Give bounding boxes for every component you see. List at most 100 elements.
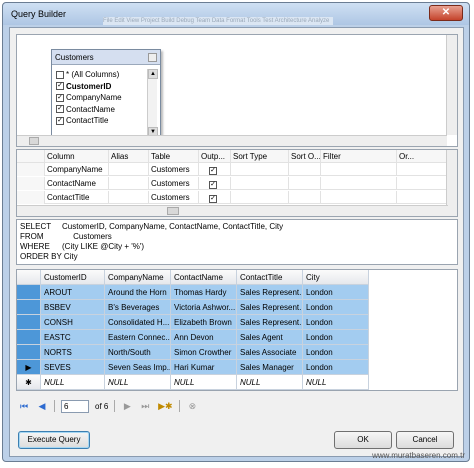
criteria-filter-cell[interactable] — [321, 191, 397, 204]
criteria-or-cell[interactable] — [397, 163, 447, 176]
criteria-sort-type-cell[interactable] — [231, 163, 289, 176]
results-col-companyname[interactable]: CompanyName — [105, 270, 171, 285]
cell-companyname[interactable]: Consolidated H... — [105, 315, 171, 330]
cell-companyname[interactable]: NULL — [105, 375, 171, 390]
criteria-row[interactable]: ContactTitle Customers ✓ — [17, 191, 447, 204]
cell-contacttitle[interactable]: Sales Represent... — [237, 285, 303, 300]
criteria-alias-cell[interactable] — [109, 163, 149, 176]
cell-contactname[interactable]: Elizabeth Brown — [171, 315, 237, 330]
results-col-customerid[interactable]: CustomerID — [41, 270, 105, 285]
table-column-item[interactable]: ✓ ContactName — [56, 104, 148, 116]
previous-record-icon[interactable]: ◀ — [36, 400, 48, 412]
cell-customerid[interactable]: CONSH — [41, 315, 105, 330]
cancel-button[interactable]: Cancel — [396, 431, 454, 449]
results-col-contacttitle[interactable]: ContactTitle — [237, 270, 303, 285]
cell-city[interactable]: London — [303, 330, 369, 345]
cell-companyname[interactable]: Seven Seas Imp... — [105, 360, 171, 375]
first-record-icon[interactable]: ⏮ — [18, 400, 30, 412]
criteria-filter-cell[interactable] — [321, 177, 397, 190]
criteria-or-cell[interactable] — [397, 177, 447, 190]
row-header[interactable] — [17, 330, 41, 345]
cell-contactname[interactable]: Victoria Ashwor... — [171, 300, 237, 315]
diagram-pane[interactable]: Customers * (All Columns) ✓ CustomerID ✓ Com… — [16, 34, 458, 147]
criteria-sort-order-cell[interactable] — [289, 177, 321, 190]
diagram-vertical-scrollbar[interactable] — [446, 35, 457, 135]
row-header[interactable] — [17, 315, 41, 330]
criteria-alias-cell[interactable] — [109, 191, 149, 204]
cell-city[interactable]: London — [303, 360, 369, 375]
row-header[interactable]: ✱ — [17, 375, 41, 390]
table-column-item[interactable]: ✓ CompanyName — [56, 92, 148, 104]
criteria-sort-order-cell[interactable] — [289, 163, 321, 176]
cell-city[interactable]: NULL — [303, 375, 369, 390]
cell-companyname[interactable]: Eastern Connec... — [105, 330, 171, 345]
criteria-row-header[interactable] — [17, 163, 45, 176]
criteria-or-cell[interactable] — [397, 191, 447, 204]
cell-contactname[interactable]: Hari Kumar — [171, 360, 237, 375]
criteria-row[interactable]: ContactName Customers ✓ — [17, 177, 447, 190]
criteria-column-cell[interactable]: ContactName — [45, 177, 109, 190]
table-column-item[interactable]: ✓ CustomerID — [56, 81, 148, 93]
cell-city[interactable]: London — [303, 300, 369, 315]
last-record-icon[interactable]: ⏭ — [139, 400, 151, 412]
cell-contacttitle[interactable]: Sales Agent — [237, 330, 303, 345]
criteria-column-cell[interactable]: CompanyName — [45, 163, 109, 176]
diagram-horizontal-scrollbar[interactable] — [17, 135, 447, 146]
column-checkbox[interactable]: ✓ — [56, 93, 64, 102]
column-checkbox[interactable]: ✓ — [56, 116, 64, 125]
output-checkbox[interactable]: ✓ — [209, 195, 217, 203]
column-checkbox[interactable]: ✓ — [56, 105, 64, 114]
criteria-row-header[interactable] — [17, 177, 45, 190]
criteria-alias-cell[interactable] — [109, 177, 149, 190]
cell-customerid[interactable]: NORTS — [41, 345, 105, 360]
criteria-table-cell[interactable]: Customers — [149, 191, 199, 204]
criteria-column-cell[interactable]: ContactTitle — [45, 191, 109, 204]
cell-contactname[interactable]: NULL — [171, 375, 237, 390]
criteria-filter-cell[interactable] — [321, 163, 397, 176]
cell-customerid[interactable]: SEVES — [41, 360, 105, 375]
cell-contactname[interactable]: Ann Devon — [171, 330, 237, 345]
output-checkbox[interactable]: ✓ — [209, 181, 217, 189]
results-grid[interactable]: CustomerID CompanyName ContactName Conta… — [16, 269, 458, 391]
cell-customerid[interactable]: EASTC — [41, 330, 105, 345]
criteria-row[interactable]: CompanyName Customers ✓ — [17, 163, 447, 176]
cell-contacttitle[interactable]: Sales Associate — [237, 345, 303, 360]
customers-table-box[interactable]: Customers * (All Columns) ✓ CustomerID ✓ Com… — [51, 49, 161, 141]
output-checkbox[interactable]: ✓ — [209, 167, 217, 175]
cell-customerid[interactable]: AROUT — [41, 285, 105, 300]
cell-contactname[interactable]: Thomas Hardy — [171, 285, 237, 300]
table-column-item[interactable]: * (All Columns) — [56, 69, 148, 81]
close-button[interactable]: ✕ — [429, 5, 463, 21]
cell-customerid[interactable]: BSBEV — [41, 300, 105, 315]
criteria-row-header[interactable] — [17, 191, 45, 204]
table-box-scrollbar[interactable]: ▲ ▼ — [147, 69, 158, 139]
row-header[interactable]: ▶ — [17, 360, 41, 375]
cell-city[interactable]: London — [303, 345, 369, 360]
cell-companyname[interactable]: B's Beverages — [105, 300, 171, 315]
next-record-icon[interactable]: ▶ — [121, 400, 133, 412]
results-col-city[interactable]: City — [303, 270, 369, 285]
record-position-input[interactable]: 6 — [61, 399, 89, 413]
row-header[interactable] — [17, 300, 41, 315]
scroll-thumb[interactable] — [167, 207, 179, 215]
scroll-up-icon[interactable]: ▲ — [148, 69, 158, 79]
cell-customerid[interactable]: NULL — [41, 375, 105, 390]
criteria-table-cell[interactable]: Customers — [149, 177, 199, 190]
cell-contactname[interactable]: Simon Crowther — [171, 345, 237, 360]
delete-record-icon[interactable]: ⊗ — [186, 400, 198, 412]
cell-city[interactable]: London — [303, 315, 369, 330]
row-header[interactable] — [17, 285, 41, 300]
criteria-sort-order-cell[interactable] — [289, 191, 321, 204]
add-record-icon[interactable]: ▶✱ — [157, 400, 173, 412]
cell-contacttitle[interactable]: Sales Manager — [237, 360, 303, 375]
ok-button[interactable]: OK — [334, 431, 392, 449]
cell-companyname[interactable]: Around the Horn — [105, 285, 171, 300]
sql-pane[interactable]: SELECT CustomerID, CompanyName, ContactNa… — [16, 219, 458, 265]
column-checkbox[interactable] — [56, 70, 64, 79]
cell-contacttitle[interactable]: Sales Represent... — [237, 300, 303, 315]
cell-contacttitle[interactable]: NULL — [237, 375, 303, 390]
scroll-thumb[interactable] — [29, 137, 39, 145]
criteria-output-cell[interactable]: ✓ — [199, 191, 231, 204]
cell-city[interactable]: London — [303, 285, 369, 300]
table-box-menu-icon[interactable] — [148, 53, 157, 62]
